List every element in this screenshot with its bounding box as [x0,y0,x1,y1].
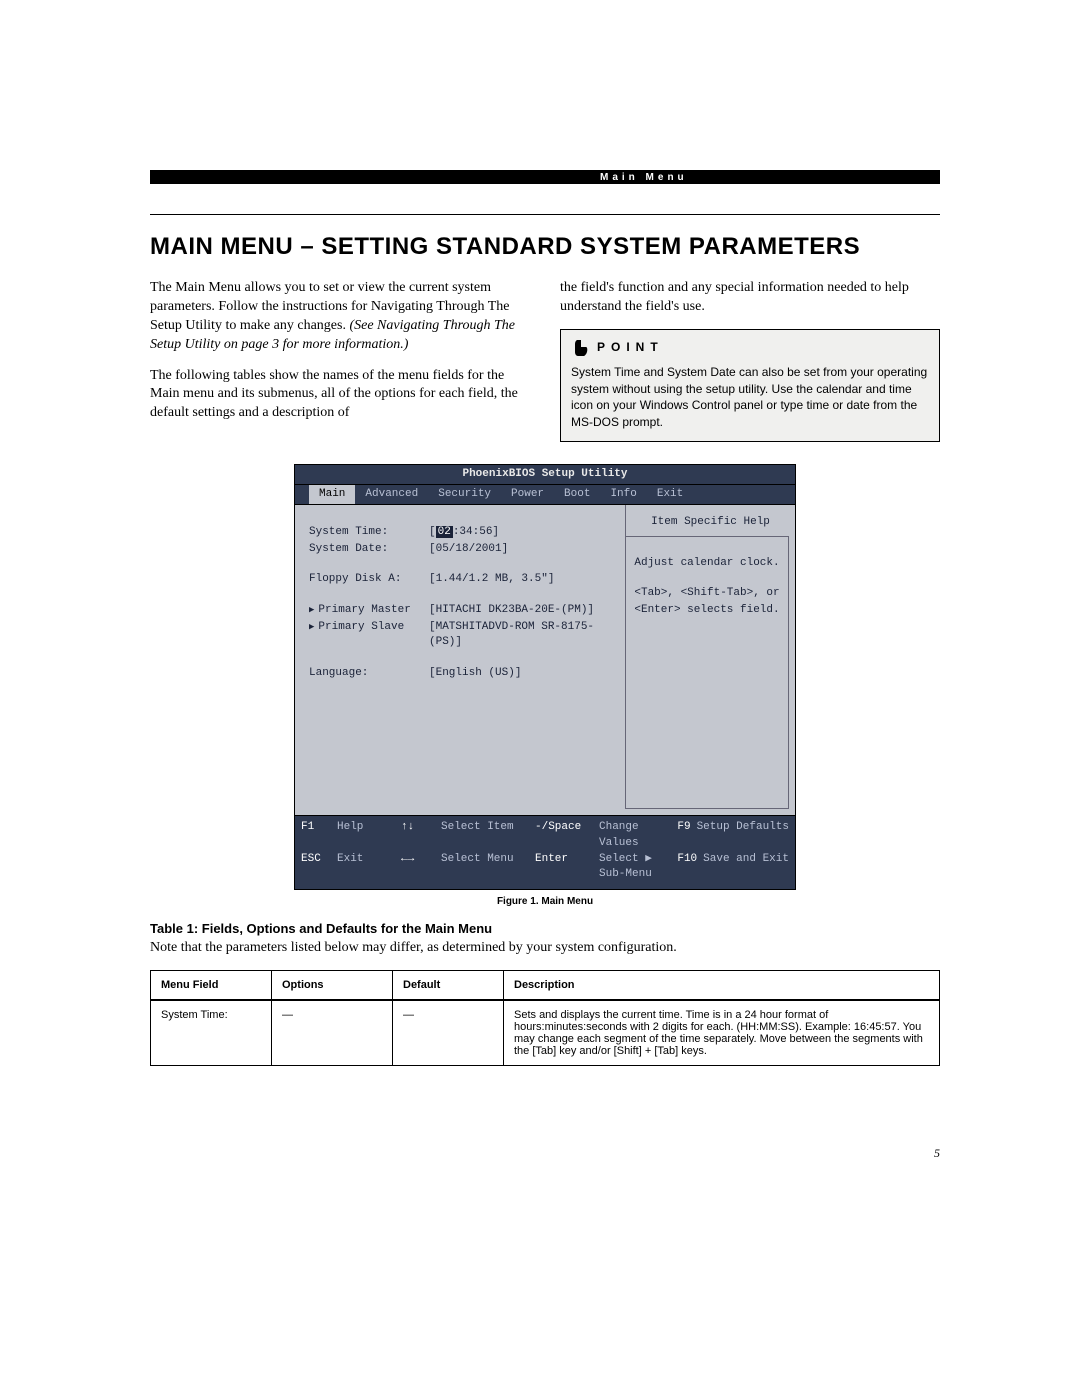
bios-key-enter-label: Select ▶ Sub-Menu [599,852,661,884]
body-column-right: the field's function and any special inf… [560,279,940,442]
bios-row: Language:[English (US)] [309,666,615,681]
bios-key-leftright-label: Select Menu [441,852,535,884]
bios-row: System Date:[05/18/2001] [309,542,615,557]
table-header-row: Menu Field Options Default Description [151,971,940,1001]
options-table: Menu Field Options Default Description S… [150,970,940,1066]
bios-row-value: [05/18/2001] [429,542,615,557]
bios-tab-power: Power [501,485,554,504]
th-description: Description [504,971,940,1001]
page-header-bar: Main Menu [150,170,940,184]
triangle-icon: ▶ [309,622,314,632]
bios-row: Floppy Disk A:[1.44/1.2 MB, 3.5"] [309,572,615,587]
bios-key-updown-label: Select Item [441,820,535,852]
bios-key-space-label: Change Values [599,820,655,852]
figure-caption: Figure 1. Main Menu [150,896,940,907]
triangle-icon: ▶ [309,605,314,615]
bios-tab-boot: Boot [554,485,600,504]
bios-row-label: System Time: [309,525,429,540]
bios-tab-info: Info [600,485,646,504]
point-hand-icon [571,338,591,358]
page-number: 5 [150,1146,940,1161]
table-row: System Time: — — Sets and displays the c… [151,1000,940,1066]
cell-options: — [272,1000,393,1066]
bios-row-label: ▶Primary Slave [309,620,429,650]
bios-help-box: Adjust calendar clock. <Tab>, <Shift-Tab… [625,536,789,809]
header-rule [150,214,940,215]
cell-default: — [393,1000,504,1066]
bios-tab-security: Security [428,485,501,504]
bios-key-f10-label: Save and Exit [703,852,789,884]
bios-footer: F1 Help ↑↓ Select Item -/Space Change Va… [295,815,795,890]
bios-key-f9-label: Setup Defaults [697,820,789,852]
bios-row-label: ▶Primary Master [309,603,429,618]
bios-fields: System Time:[02:34:56]System Date:[05/18… [295,505,625,815]
bios-menu-bar: MainAdvancedSecurityPowerBootInfoExit [295,485,795,505]
point-label: POINT [597,339,664,356]
body-column-left: The Main Menu allows you to set or view … [150,279,530,442]
page-title: MAIN MENU – SETTING STANDARD SYSTEM PARA… [150,233,940,261]
bios-title: PhoenixBIOS Setup Utility [295,465,795,485]
bios-row: System Time:[02:34:56] [309,525,615,540]
bios-key-esc-label: Exit [337,852,401,884]
bios-row-value: [MATSHITADVD-ROM SR-8175-(PS)] [429,620,615,650]
point-box: POINT System Time and System Date can al… [560,329,940,442]
bios-row-label: Floppy Disk A: [309,572,429,587]
bios-key-f1: F1 [301,820,337,852]
bios-key-f1-label: Help [337,820,401,852]
intro-paragraph-3: the field's function and any special inf… [560,279,940,317]
table-title: Table 1: Fields, Options and Defaults fo… [150,921,940,936]
th-menu-field: Menu Field [151,971,272,1001]
table-note: Note that the parameters listed below ma… [150,940,940,956]
bios-row: ▶Primary Master[HITACHI DK23BA-20E-(PM)] [309,603,615,618]
bios-help-line-1: Adjust calendar clock. [634,555,780,572]
bios-key-leftright: ←→ [401,852,441,884]
bios-highlighted-field: 02 [436,526,453,538]
th-default: Default [393,971,504,1001]
cell-menu-field: System Time: [151,1000,272,1066]
bios-help-line-2: <Tab>, <Shift-Tab>, or <Enter> selects f… [634,585,780,618]
intro-paragraph-2: The following tables show the names of t… [150,367,530,424]
bios-tab-exit: Exit [647,485,693,504]
bios-key-f9: F9 [655,820,697,852]
bios-row-value: [HITACHI DK23BA-20E-(PM)] [429,603,615,618]
bios-row-label: System Date: [309,542,429,557]
bios-row-label: Language: [309,666,429,681]
header-label: Main Menu [600,172,688,183]
bios-tab-advanced: Advanced [355,485,428,504]
bios-row-value: [English (US)] [429,666,615,681]
point-text: System Time and System Date can also be … [571,364,929,431]
bios-screenshot: PhoenixBIOS Setup Utility MainAdvancedSe… [294,464,796,890]
bios-tab-main: Main [309,485,355,504]
bios-key-space: -/Space [535,820,599,852]
bios-row-value: [02:34:56] [429,525,615,540]
bios-row-value: [1.44/1.2 MB, 3.5"] [429,572,615,587]
th-options: Options [272,971,393,1001]
bios-key-esc: ESC [301,852,337,884]
bios-key-f10: F10 [661,852,703,884]
bios-key-enter: Enter [535,852,599,884]
bios-help-header: Item Specific Help [625,505,795,536]
bios-row: ▶Primary Slave[MATSHITADVD-ROM SR-8175-(… [309,620,615,650]
bios-key-updown: ↑↓ [401,820,441,852]
cell-description: Sets and displays the current time. Time… [504,1000,940,1066]
